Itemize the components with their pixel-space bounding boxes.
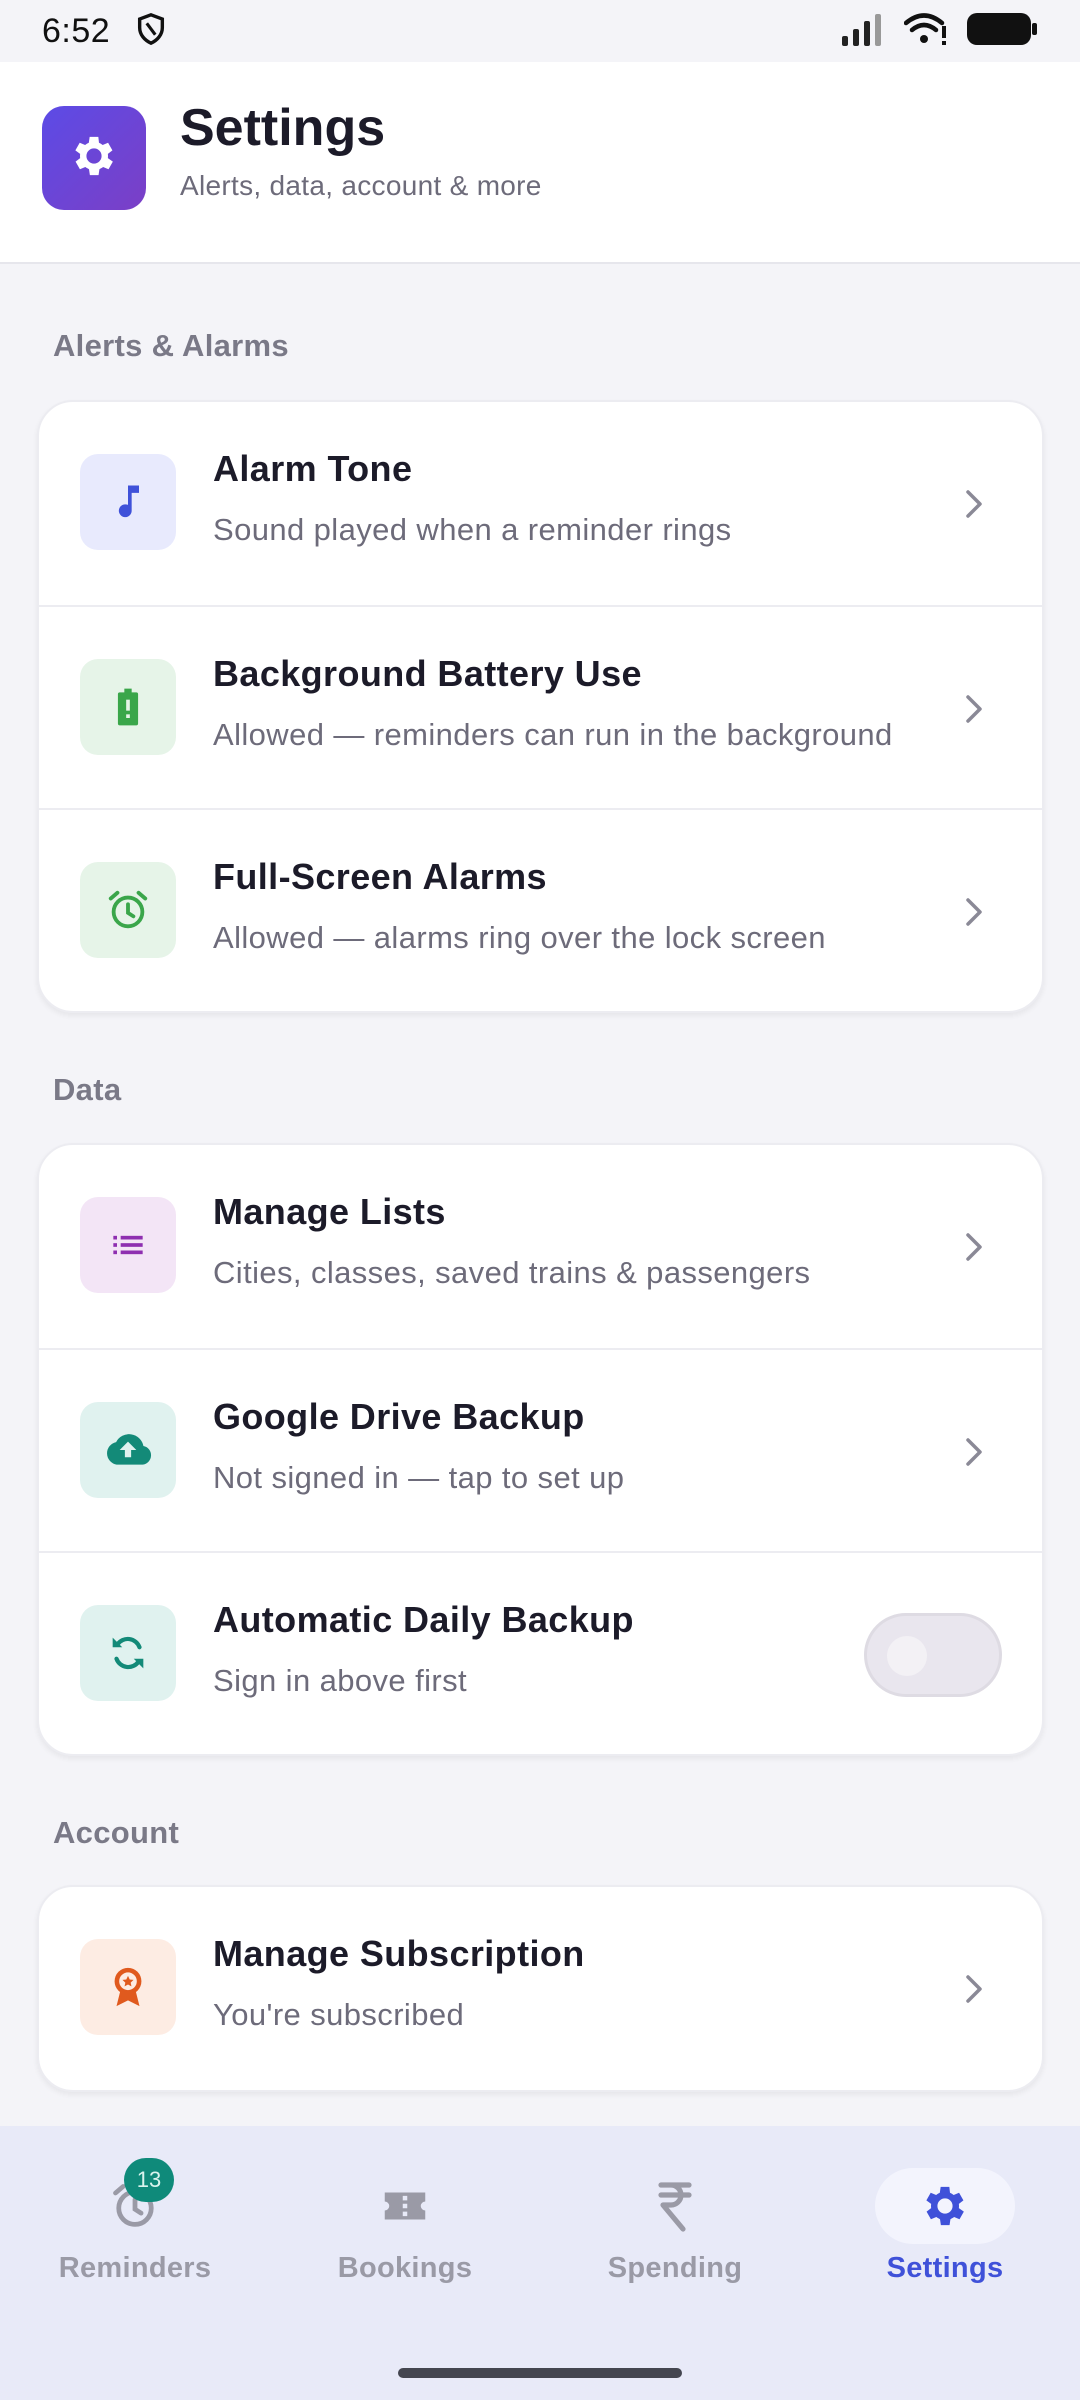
status-bar: 6:52 — [0, 0, 1080, 62]
home-indicator[interactable] — [398, 2368, 682, 2378]
section-label-alerts: Alerts & Alarms — [53, 328, 289, 363]
row-title: Alarm Tone — [213, 448, 413, 489]
section-label-data: Data — [53, 1072, 122, 1107]
toggle-knob — [887, 1636, 927, 1676]
row-subtitle: Cities, classes, saved trains & passenge… — [213, 1255, 811, 1290]
row-title: Background Battery Use — [213, 653, 642, 694]
card-data: Manage Lists Cities, classes, saved trai… — [37, 1143, 1044, 1756]
nav-label: Bookings — [337, 2252, 473, 2284]
ticket-icon — [335, 2168, 475, 2244]
row-manage-lists[interactable]: Manage Lists Cities, classes, saved trai… — [39, 1145, 1042, 1348]
chevron-right-icon — [958, 894, 990, 930]
row-subtitle: Allowed — alarms ring over the lock scre… — [213, 920, 826, 955]
status-time: 6:52 — [42, 11, 111, 50]
row-manage-subscription[interactable]: Manage Subscription You're subscribed — [39, 1887, 1042, 2090]
chevron-right-icon — [958, 1229, 990, 1265]
chevron-right-icon — [958, 486, 990, 522]
row-title: Google Drive Backup — [213, 1396, 585, 1437]
row-full-screen-alarms[interactable]: Full-Screen Alarms Allowed — alarms ring… — [39, 808, 1042, 1011]
rupee-icon — [605, 2168, 745, 2244]
card-account: Manage Subscription You're subscribed — [37, 1885, 1044, 2092]
chevron-right-icon — [958, 1434, 990, 1470]
gear-icon — [68, 130, 120, 187]
row-google-drive-backup[interactable]: Google Drive Backup Not signed in — tap … — [39, 1348, 1042, 1551]
nav-item-settings[interactable]: Settings — [810, 2158, 1080, 2298]
bottom-nav: 13 Reminders Bookings Spending Settings — [0, 2126, 1080, 2400]
shield-icon — [134, 12, 168, 51]
nav-item-bookings[interactable]: Bookings — [270, 2158, 540, 2298]
row-title: Full-Screen Alarms — [213, 856, 547, 897]
app-header: Settings Alerts, data, account & more — [0, 62, 1080, 264]
page-title: Settings — [180, 99, 386, 157]
list-icon — [80, 1197, 176, 1293]
row-background-battery[interactable]: Background Battery Use Allowed — reminde… — [39, 605, 1042, 808]
row-subtitle: Allowed — reminders can run in the backg… — [213, 717, 893, 752]
nav-item-spending[interactable]: Spending — [540, 2158, 810, 2298]
row-alarm-tone[interactable]: Alarm Tone Sound played when a reminder … — [39, 402, 1042, 605]
row-title: Manage Lists — [213, 1191, 446, 1232]
row-title: Automatic Daily Backup — [213, 1599, 634, 1640]
alarm-clock-icon — [80, 862, 176, 958]
row-subtitle: You're subscribed — [213, 1997, 465, 2032]
battery-icon — [80, 659, 176, 755]
sync-icon — [80, 1605, 176, 1701]
cloud-upload-icon — [80, 1402, 176, 1498]
row-subtitle: Sound played when a reminder rings — [213, 512, 732, 547]
chevron-right-icon — [958, 691, 990, 727]
battery-status-icon — [966, 12, 1038, 51]
chevron-right-icon — [958, 1971, 990, 2007]
app-logo — [42, 106, 146, 210]
music-note-icon — [80, 454, 176, 550]
award-badge-icon — [80, 1939, 176, 2035]
card-alerts: Alarm Tone Sound played when a reminder … — [37, 400, 1044, 1013]
nav-label: Settings — [886, 2252, 1004, 2284]
nav-item-reminders[interactable]: 13 Reminders — [0, 2158, 270, 2298]
auto-backup-toggle[interactable] — [864, 1613, 1002, 1697]
row-subtitle: Sign in above first — [213, 1663, 468, 1698]
row-subtitle: Not signed in — tap to set up — [213, 1460, 625, 1495]
nav-label: Spending — [607, 2252, 743, 2284]
section-label-account: Account — [53, 1815, 180, 1850]
nav-label: Reminders — [58, 2252, 212, 2284]
row-title: Manage Subscription — [213, 1933, 585, 1974]
gear-icon — [875, 2168, 1015, 2244]
wifi-icon — [903, 12, 948, 51]
page-subtitle: Alerts, data, account & more — [180, 170, 542, 201]
row-automatic-daily-backup: Automatic Daily Backup Sign in above fir… — [39, 1551, 1042, 1754]
reminders-count-badge: 13 — [124, 2158, 174, 2202]
signal-icon — [840, 12, 886, 51]
